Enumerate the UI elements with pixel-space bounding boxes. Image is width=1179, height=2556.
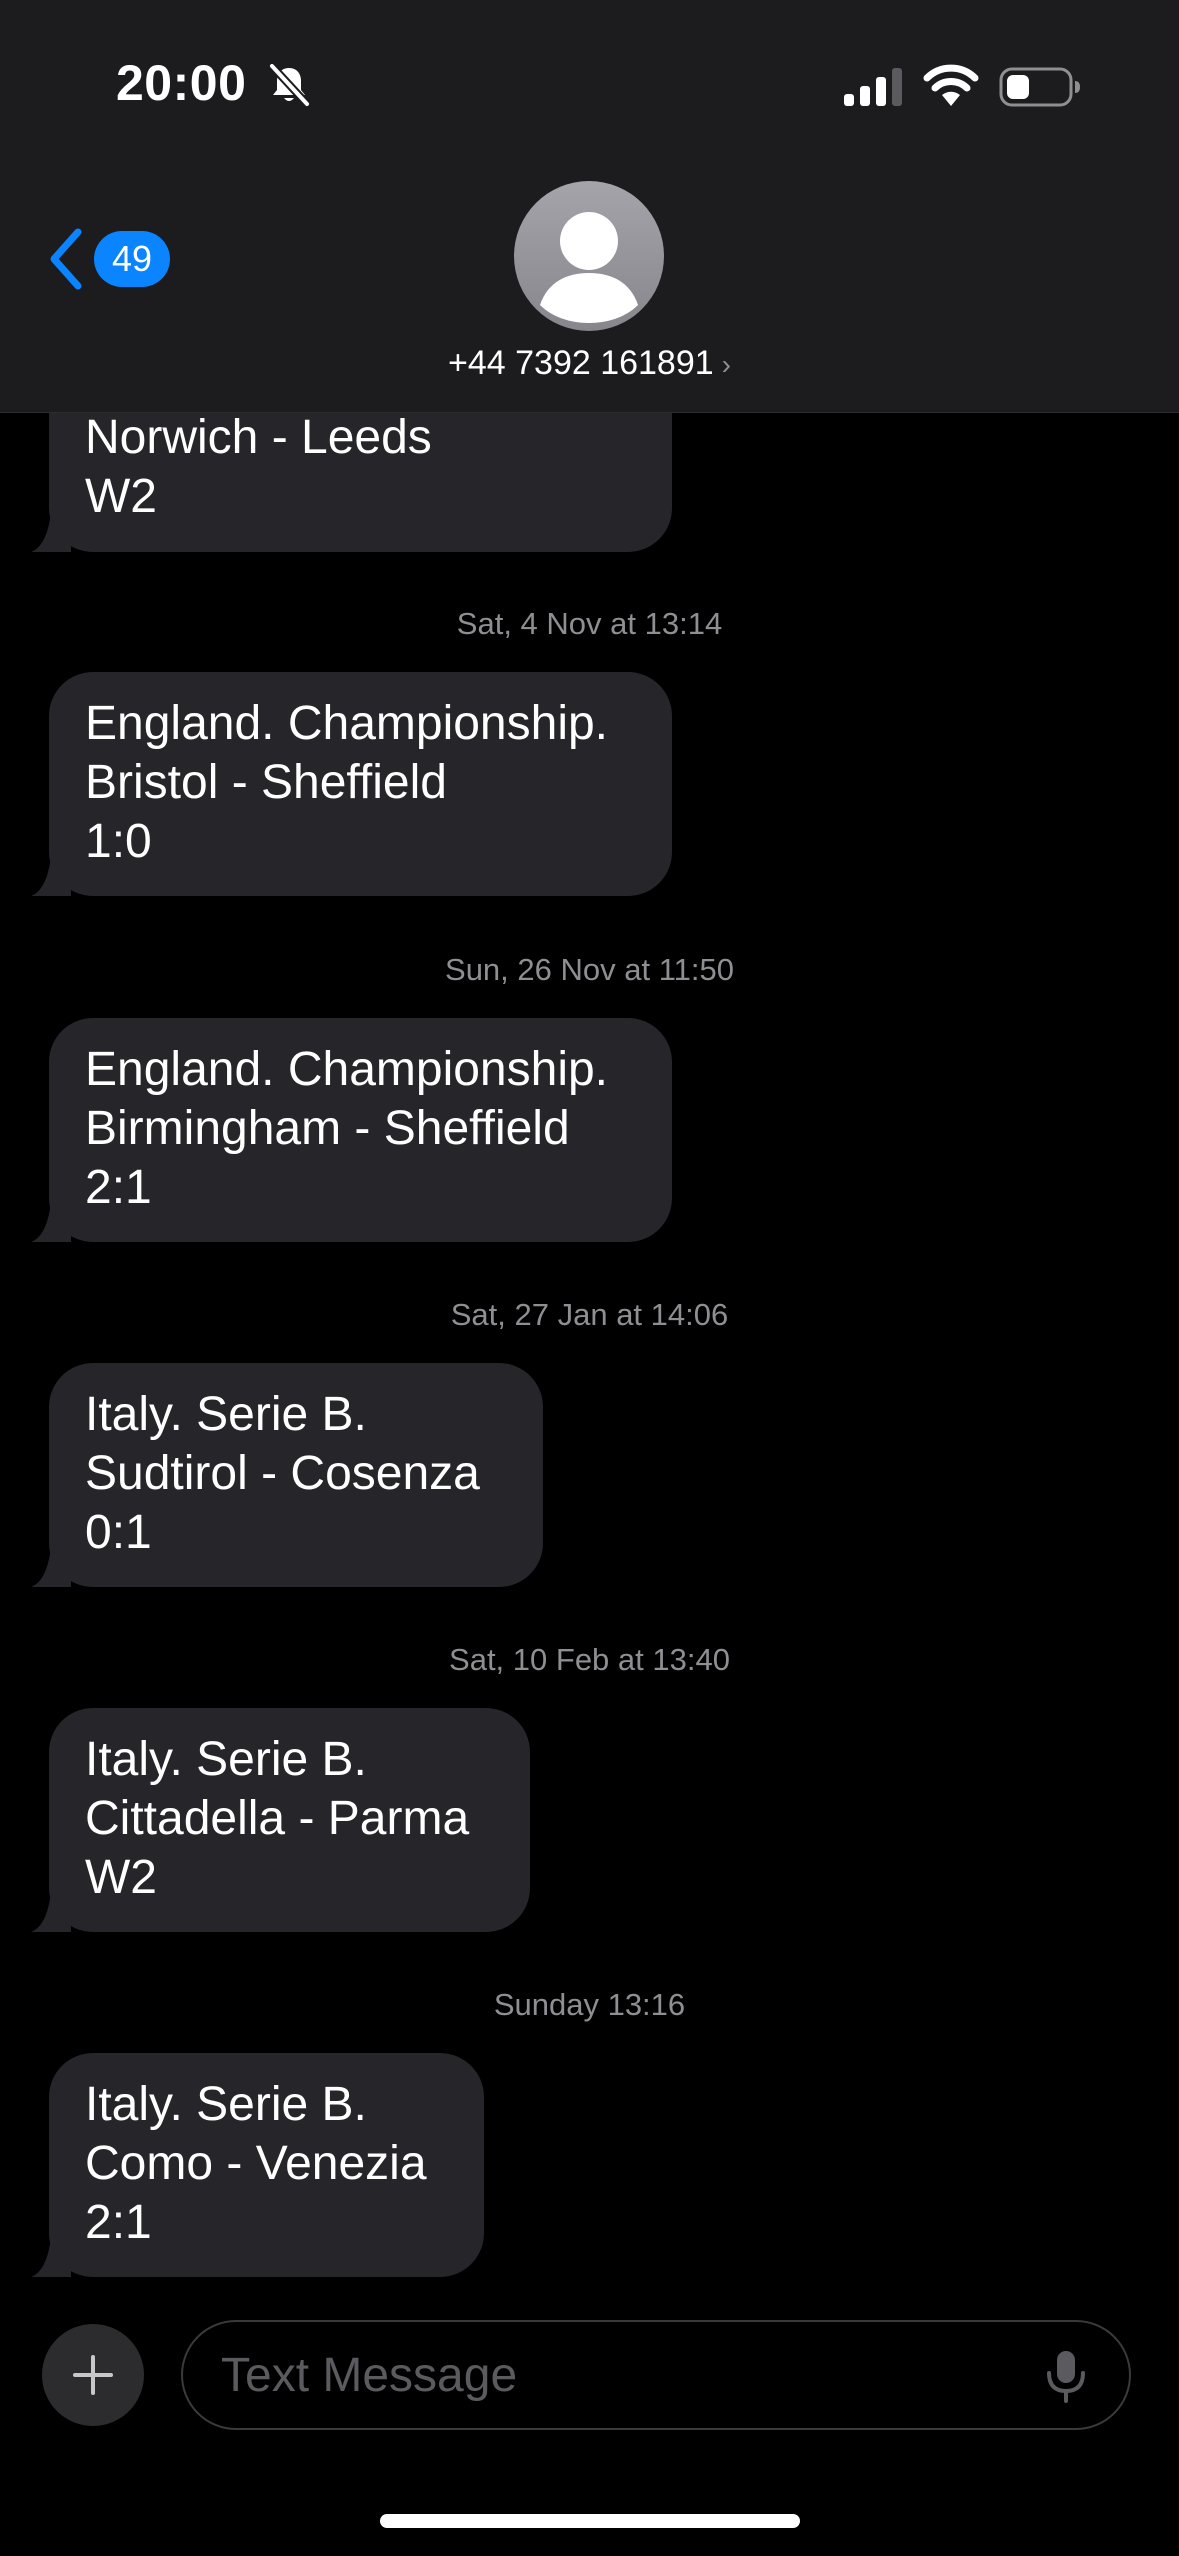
message-line: 2:1 bbox=[85, 2196, 152, 2249]
add-attachment-button[interactable] bbox=[42, 2324, 144, 2426]
battery-icon bbox=[999, 67, 1080, 107]
conversation-header: 20:00 49 +44 7392 161891 › bbox=[0, 0, 1179, 413]
message-line: Norwich - Leeds bbox=[85, 411, 432, 464]
message-line: 1:0 bbox=[85, 815, 152, 868]
message-line: Italy. Serie B. bbox=[85, 1733, 367, 1786]
message-line: Cittadella - Parma bbox=[85, 1792, 470, 1845]
message-bubble[interactable]: Italy. Serie B. Como - Venezia 2:1 bbox=[31, 2053, 484, 2277]
message-line: Sudtirol - Cosenza bbox=[85, 1447, 480, 1500]
contact-avatar[interactable] bbox=[514, 181, 664, 331]
message-bubble[interactable]: Italy. Serie B. Cittadella - Parma W2 bbox=[31, 1708, 530, 1932]
bubble-tail bbox=[31, 2237, 71, 2277]
wifi-icon bbox=[923, 64, 979, 106]
person-icon bbox=[540, 212, 638, 323]
bubble-tail bbox=[31, 1202, 71, 1242]
bubble-tail bbox=[31, 856, 71, 896]
message-line: Italy. Serie B. bbox=[85, 1388, 367, 1441]
message-line: England. Championship. bbox=[85, 1043, 609, 1096]
message-line: Bristol - Sheffield bbox=[85, 756, 447, 809]
message-timestamp: Sunday 13:16 bbox=[493, 1987, 686, 2022]
message-line: Como - Venezia bbox=[85, 2137, 427, 2190]
text-message-input[interactable] bbox=[181, 2320, 1131, 2430]
message-line: 0:1 bbox=[85, 1506, 152, 1559]
plus-icon bbox=[73, 2355, 113, 2395]
chevron-left-icon bbox=[50, 228, 82, 290]
bubble-tail bbox=[31, 1892, 71, 1932]
message-bubble[interactable]: England. Championship. Bristol - Sheffie… bbox=[31, 672, 672, 896]
message-bubble[interactable]: Italy. Serie B. Sudtirol - Cosenza 0:1 bbox=[31, 1363, 543, 1587]
bubble-tail bbox=[31, 1547, 71, 1587]
bubble-tail bbox=[31, 512, 71, 552]
message-bubble[interactable]: England. Championship. Birmingham - Shef… bbox=[31, 1018, 672, 1242]
microphone-icon[interactable] bbox=[1044, 2349, 1088, 2403]
contact-name: +44 7392 161891 bbox=[448, 344, 714, 382]
message-line: England. Championship. bbox=[85, 697, 609, 750]
message-timestamp: Sat, 4 Nov at 13:14 bbox=[456, 606, 723, 641]
back-button[interactable]: 49 bbox=[46, 226, 170, 292]
message-line: W2 bbox=[85, 1851, 157, 1904]
contact-name-button[interactable]: +44 7392 161891 › bbox=[0, 344, 1179, 383]
home-indicator[interactable] bbox=[380, 2514, 800, 2528]
message-timestamp: Sat, 10 Feb at 13:40 bbox=[449, 1642, 730, 1677]
message-timestamp: Sat, 27 Jan at 14:06 bbox=[450, 1297, 729, 1332]
message-line: 2:1 bbox=[85, 1161, 152, 1214]
message-timestamp: Sun, 26 Nov at 11:50 bbox=[445, 952, 734, 987]
status-time: 20:00 bbox=[116, 55, 247, 111]
message-line: Italy. Serie B. bbox=[85, 2078, 367, 2131]
cellular-signal-icon bbox=[844, 68, 902, 106]
bell-slash-icon bbox=[268, 62, 311, 108]
chevron-right-icon: › bbox=[721, 349, 731, 380]
message-line: W2 bbox=[85, 470, 157, 523]
unread-count-badge: 49 bbox=[94, 231, 170, 287]
message-line: Birmingham - Sheffield bbox=[85, 1102, 570, 1155]
